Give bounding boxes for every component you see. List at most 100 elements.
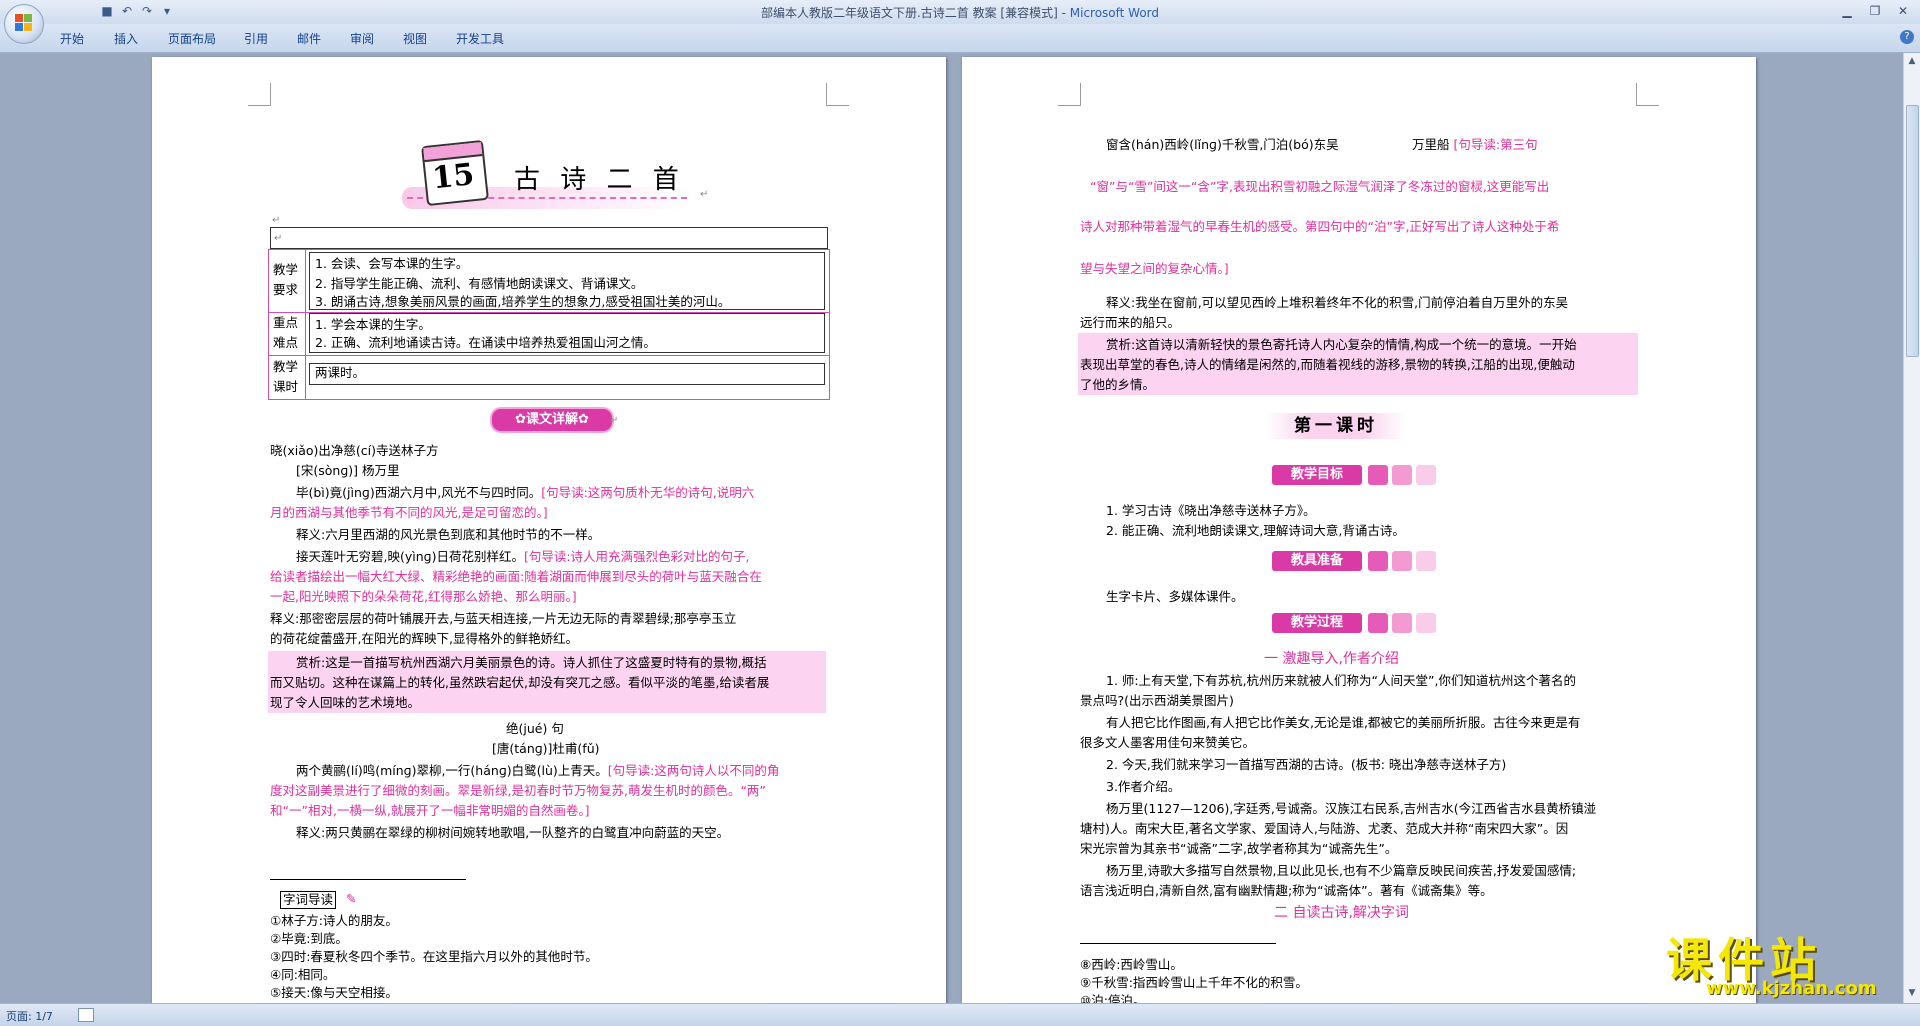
status-bar: 页面: 1/7 <box>0 1003 1920 1026</box>
text-line: 表现出草堂的春色,诗人的情绪是闲然的,而随着视线的游移,景物的转换,江船的出现,… <box>1080 357 1575 372</box>
calendar-icon: 15 <box>421 139 489 207</box>
list-item: 1. 学习古诗《晓出净慈寺送林子方》。 <box>1106 503 1316 518</box>
tab-page-layout[interactable]: 页面布局 <box>168 30 216 47</box>
text-line: 的荷花绽蕾盛开,在阳光的辉映下,显得格外的鲜艳娇红。 <box>270 631 578 646</box>
crop-mark <box>248 83 271 106</box>
window-title: 部编本人教版二年级语文下册.古诗二首 教案 [兼容模式] - Microsoft… <box>760 6 1160 20</box>
office-logo-icon <box>15 14 33 32</box>
crop-mark <box>826 83 849 106</box>
text-line: “窗”与“雪”间这一“含”字,表现出积雪初融之际湿气润泽了冬冻过的窗棂,这更能写… <box>1090 179 1550 194</box>
poem-author: [宋(sònɡ)] 杨万里 <box>296 463 400 478</box>
text-line: 释义:六月里西湖的风光景色到底和其他时节的不一样。 <box>296 527 601 542</box>
tab-view[interactable]: 视图 <box>403 30 427 47</box>
maximize-icon[interactable]: ❐ <box>1862 2 1888 20</box>
pen-icon: ✎ <box>346 891 357 906</box>
text-line: 语言浅近明白,清新自然,富有幽默情趣;称为“诚斋体”。著有《诚斋集》等。 <box>1080 883 1493 898</box>
watermark-logo: 课件站 www.kjzhan.com <box>1666 933 1877 999</box>
decor-square <box>1368 613 1388 633</box>
decor-square <box>1368 465 1388 485</box>
help-icon[interactable]: ? <box>1900 30 1914 44</box>
table-cell: 1. 会读、会写本课的生字。 <box>315 256 469 271</box>
tab-insert[interactable]: 插入 <box>114 30 138 47</box>
decor-square <box>1392 613 1412 633</box>
office-button[interactable] <box>4 4 44 44</box>
text-line: 景点吗?(出示西湖美景图片) <box>1080 693 1234 708</box>
poem-title: 晓(xiǎo)出净慈(cí)寺送林子方 <box>270 443 439 458</box>
text-line: 给读者描绘出一幅大红大绿、精彩绝艳的画面:随着湖面而伸展到尽头的荷叶与蓝天融合在 <box>270 569 762 584</box>
text-line: 杨万里,诗歌大多描写自然景物,且以此见长,也有不少篇章反映民间疾苦,抒发爱国感情… <box>1106 863 1577 878</box>
text-line: 塘村)人。南宋大臣,著名文学家、爱国诗人,与陆游、尤袤、范成大并称“南宋四大家”… <box>1080 821 1569 836</box>
footnote: ⑤接天:像与天空相接。 <box>270 985 398 1000</box>
footnote-separator <box>1080 943 1276 944</box>
table-cell: 2. 指导学生能正确、流利、有感情地朗读课文、背诵课文。 <box>315 276 644 291</box>
decor-square <box>1368 551 1388 571</box>
scroll-down-icon[interactable]: ▼ <box>1906 987 1918 999</box>
footnote: ⑧西岭:西岭雪山。 <box>1080 957 1183 972</box>
row-label: 教学 课时 <box>269 355 306 399</box>
table-cell: 2. 正确、流利地诵读古诗。在诵读中培养热爱祖国山河之情。 <box>315 335 656 350</box>
text-line: 很多文人墨客用佳句来赞美它。 <box>1080 735 1256 750</box>
tab-mailings[interactable]: 邮件 <box>297 30 321 47</box>
tab-developer[interactable]: 开发工具 <box>456 30 504 47</box>
vertical-scrollbar[interactable]: ▲ ▼ <box>1903 53 1920 1003</box>
text-line: 杨万里(1127—1206),字廷秀,号诚斋。汉族江右民系,吉州吉水(今江西省吉… <box>1106 801 1597 816</box>
crop-mark <box>1636 83 1659 106</box>
poem-author: [唐(tánɡ)]杜甫(fǔ) <box>492 741 600 756</box>
text-line: 一起,阳光映照下的朵朵荷花,红得那么娇艳、那么明丽。] <box>270 589 577 604</box>
footnote: ②毕竟:到底。 <box>270 931 348 946</box>
text-line: 和“一”相对,一横一纵,就展开了一幅非常明媚的自然画卷。] <box>270 803 590 818</box>
footnote: ⑩泊:停泊。 <box>1080 993 1146 1003</box>
table-cell: 3. 朗诵古诗,想象美丽风景的画面,培养学生的想象力,感受祖国壮美的河山。 <box>315 294 731 309</box>
lesson-header: 15 古 诗 二 首 <box>402 139 702 219</box>
footnote: ①林子方:诗人的朋友。 <box>270 913 398 928</box>
table-row: 重点 难点 1. 学会本课的生字。 2. 正确、流利地诵读古诗。在诵读中培养热爱… <box>268 311 830 356</box>
proofing-icon[interactable] <box>78 1008 94 1022</box>
text-line: 有人把它比作图画,有人把它比作美女,无论是谁,都被它的美丽所折服。古往今来更是有 <box>1106 715 1581 730</box>
document-workspace: 15 古 诗 二 首 ↵ ↵ ↵ 教学 要求 1. 会读、会写本课的生字。 2.… <box>0 53 1904 1003</box>
lesson-title: 古 诗 二 首 <box>514 165 685 195</box>
decor-square <box>1416 465 1436 485</box>
text-line: 远行而来的船只。 <box>1080 315 1181 330</box>
text-line: 2. 今天,我们就来学习一首描写西湖的古诗。(板书: 晓出净慈寺送林子方) <box>1106 757 1507 772</box>
footnote-separator <box>270 879 466 880</box>
info-table-header <box>270 227 828 249</box>
page-indicator[interactable]: 页面: 1/7 <box>6 1008 53 1024</box>
text-line: 望与失望之间的复杂心情。] <box>1080 261 1229 276</box>
step-heading: 一 激趣导入,作者介绍 <box>1264 651 1399 667</box>
decor-square <box>1392 551 1412 571</box>
text-line: 而又贴切。这种在谋篇上的转化,虽然跌宕起伏,却没有突兀之感。看似平淡的笔墨,给读… <box>270 675 770 690</box>
lesson-number: 15 <box>430 157 476 197</box>
text-line: 万里船 [句导读:第三句 <box>1412 137 1538 152</box>
decor-square <box>1392 465 1412 485</box>
lesson-period-title: 第一课时 <box>1266 413 1406 439</box>
scroll-thumb[interactable] <box>1906 105 1919 357</box>
right-page[interactable]: 窗含(hán)西岭(lǐnɡ)千秋雪,门泊(bó)东吴 万里船 [句导读:第三句… <box>962 57 1756 1003</box>
tab-home[interactable]: 开始 <box>60 30 84 47</box>
text-line: 赏析:这是一首描写杭州西湖六月美丽景色的诗。诗人抓住了这盛夏时特有的景物,概括 <box>296 655 767 670</box>
text-line: 接天莲叶无穷碧,映(yìnɡ)日荷花别样红。[句导读:诗人用充满强烈色彩对比的句… <box>296 549 750 564</box>
text-line: 生字卡片、多媒体课件。 <box>1106 589 1244 604</box>
footnote-heading: 字词导读 <box>280 891 337 909</box>
close-icon[interactable]: ✕ <box>1890 2 1916 20</box>
table-cell: 1. 学会本课的生字。 <box>315 317 431 332</box>
title-bar: ■ ↶ ↷ ▾ 部编本人教版二年级语文下册.古诗二首 教案 [兼容模式] - M… <box>0 0 1920 24</box>
row-label: 重点 难点 <box>269 311 306 355</box>
table-row: 教学 课时 两课时。 <box>268 355 830 400</box>
left-page[interactable]: 15 古 诗 二 首 ↵ ↵ ↵ 教学 要求 1. 会读、会写本课的生字。 2.… <box>152 57 946 1003</box>
list-item: 2. 能正确、流利地朗读课文,理解诗词大意,背诵古诗。 <box>1106 523 1405 538</box>
footnote: ④同:相同。 <box>270 967 336 982</box>
goal-banner: 教学目标 <box>1272 465 1362 485</box>
footnote: ③四时:春夏秋冬四个季节。在这里指六月以外的其他时节。 <box>270 949 598 964</box>
tab-review[interactable]: 审阅 <box>350 30 374 47</box>
text-line: 现了令人回味的艺术境地。 <box>270 695 421 710</box>
scroll-up-icon[interactable]: ▲ <box>1906 55 1918 67</box>
text-line: 3.作者介绍。 <box>1106 779 1181 794</box>
text-line: 诗人对那种带着湿气的早春生机的感受。第四句中的“泊”字,正好写出了诗人这种处于希 <box>1080 219 1560 234</box>
text-line: 1. 师:上有天堂,下有苏杭,杭州历来就被人们称为“人间天堂”,你们知道杭州这个… <box>1106 673 1576 688</box>
minimize-icon[interactable]: ▁ <box>1834 2 1860 20</box>
footnote: ⑨千秋雪:指西岭雪山上千年不化的积雪。 <box>1080 975 1308 990</box>
text-line: 释义:两只黄鹂在翠绿的柳树间婉转地歌唱,一队整齐的白鹭直冲向蔚蓝的天空。 <box>296 825 730 840</box>
text-line: 了他的乡情。 <box>1080 377 1156 392</box>
ribbon-tabs: 开始 插入 页面布局 引用 邮件 审阅 视图 开发工具 ? <box>0 24 1920 53</box>
tab-references[interactable]: 引用 <box>244 30 268 47</box>
